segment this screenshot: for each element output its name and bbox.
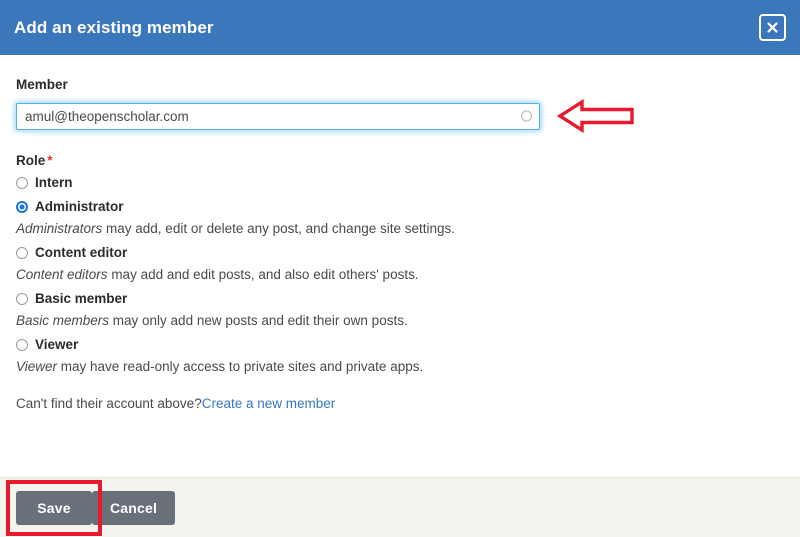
- role-option-label[interactable]: Viewer: [35, 338, 78, 352]
- role-option-administrator[interactable]: Administrator: [16, 200, 784, 214]
- dialog-title: Add an existing member: [14, 18, 214, 37]
- close-icon[interactable]: [759, 14, 786, 41]
- member-input-wrap: [16, 102, 540, 130]
- dialog-header: Add an existing member: [0, 0, 800, 55]
- save-button[interactable]: Save: [16, 490, 92, 525]
- radio-icon-basic-member[interactable]: [16, 293, 28, 305]
- save-button-wrap: Save: [6, 479, 102, 536]
- radio-icon-intern[interactable]: [16, 177, 28, 189]
- add-existing-member-dialog: Add an existing member Member Role*: [0, 0, 800, 537]
- role-option-label[interactable]: Basic member: [35, 292, 127, 306]
- required-asterisk: *: [47, 153, 53, 168]
- role-description-rest: may have read-only access to private sit…: [57, 359, 424, 374]
- role-option-intern[interactable]: Intern: [16, 176, 784, 190]
- role-description-emphasis: Administrators: [16, 221, 103, 236]
- role-description-rest: may only add new posts and edit their ow…: [109, 313, 408, 328]
- dialog-footer: Save Cancel: [0, 477, 800, 537]
- radio-icon-content-editor[interactable]: [16, 247, 28, 259]
- role-description-emphasis: Content editors: [16, 267, 108, 282]
- role-option-label[interactable]: Content editor: [35, 246, 127, 260]
- member-input[interactable]: [16, 102, 540, 130]
- member-field-row: [16, 98, 784, 134]
- role-option-viewer[interactable]: Viewer: [16, 338, 784, 352]
- radio-icon-viewer[interactable]: [16, 339, 28, 351]
- role-description-content-editor: Content editors may add and edit posts, …: [16, 267, 784, 282]
- role-option-basic-member[interactable]: Basic member: [16, 292, 784, 306]
- create-account-prompt: Can't find their account above?: [16, 396, 202, 411]
- role-description-rest: may add, edit or delete any post, and ch…: [102, 221, 456, 236]
- member-label: Member: [16, 77, 68, 92]
- role-description-viewer: Viewer may have read-only access to priv…: [16, 359, 784, 374]
- role-description-emphasis: Viewer: [16, 359, 58, 374]
- role-description-basic-member: Basic members may only add new posts and…: [16, 313, 784, 328]
- red-left-arrow-annotation-icon: [556, 98, 635, 134]
- dialog-body: Member Role* Intern: [0, 55, 800, 477]
- create-new-member-link[interactable]: Create a new member: [202, 396, 336, 411]
- role-label: Role *: [16, 153, 784, 168]
- role-label-text: Role: [16, 153, 46, 168]
- role-section: Role * Intern Administrator Administrator…: [16, 153, 784, 374]
- role-description-emphasis: Basic members: [16, 313, 110, 328]
- create-account-line: Can't find their account above?Create a …: [16, 396, 784, 411]
- role-option-label[interactable]: Intern: [35, 176, 73, 190]
- close-x-glyph: [767, 22, 778, 33]
- role-option-label[interactable]: Administrator: [35, 200, 124, 214]
- role-description-rest: may add and edit posts, and also edit ot…: [107, 267, 419, 282]
- role-option-content-editor[interactable]: Content editor: [16, 246, 784, 260]
- cancel-button[interactable]: Cancel: [92, 490, 176, 525]
- radio-icon-administrator[interactable]: [16, 201, 28, 213]
- role-description-administrator: Administrators may add, edit or delete a…: [16, 221, 784, 236]
